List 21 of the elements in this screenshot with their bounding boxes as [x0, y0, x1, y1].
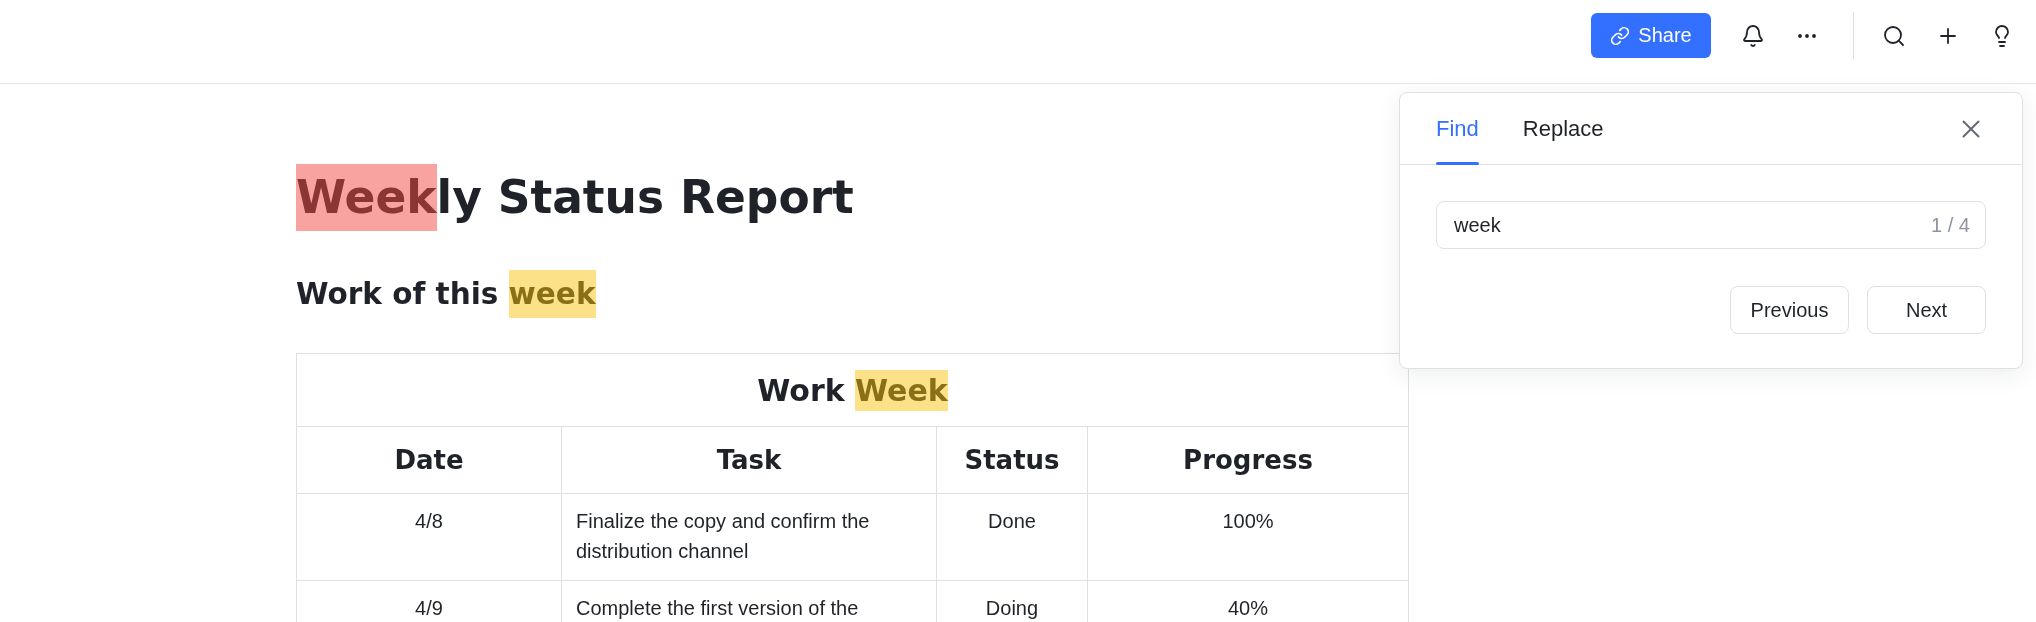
section-heading: Work of this week	[296, 270, 596, 318]
link-icon	[1610, 25, 1631, 46]
panel-button[interactable]: Next	[1867, 286, 1986, 334]
table-cell: Done	[936, 493, 1088, 581]
bell-icon[interactable]	[1741, 23, 1765, 48]
column-header: Status	[936, 426, 1088, 494]
share-button[interactable]: Share	[1591, 13, 1711, 58]
table-cell: 4/8	[296, 493, 562, 581]
panel-button[interactable]: Previous	[1730, 286, 1849, 334]
column-header: Date	[296, 426, 562, 494]
panel-tab[interactable]: Find	[1436, 93, 1479, 164]
search-icon[interactable]	[1882, 23, 1906, 48]
table-cell: 100%	[1087, 493, 1409, 581]
match-count: 1 / 4	[1931, 213, 1970, 237]
table-cell: Finalize the copy and confirm the distribution channel	[561, 493, 937, 581]
column-header: Task	[561, 426, 937, 494]
document-title: Weekly Status Report	[296, 165, 854, 231]
table-title: Work Week	[296, 353, 1409, 427]
panel-tab[interactable]: Replace	[1522, 93, 1604, 164]
table-cell: 4/9	[296, 580, 562, 622]
column-header: Progress	[1087, 426, 1409, 494]
